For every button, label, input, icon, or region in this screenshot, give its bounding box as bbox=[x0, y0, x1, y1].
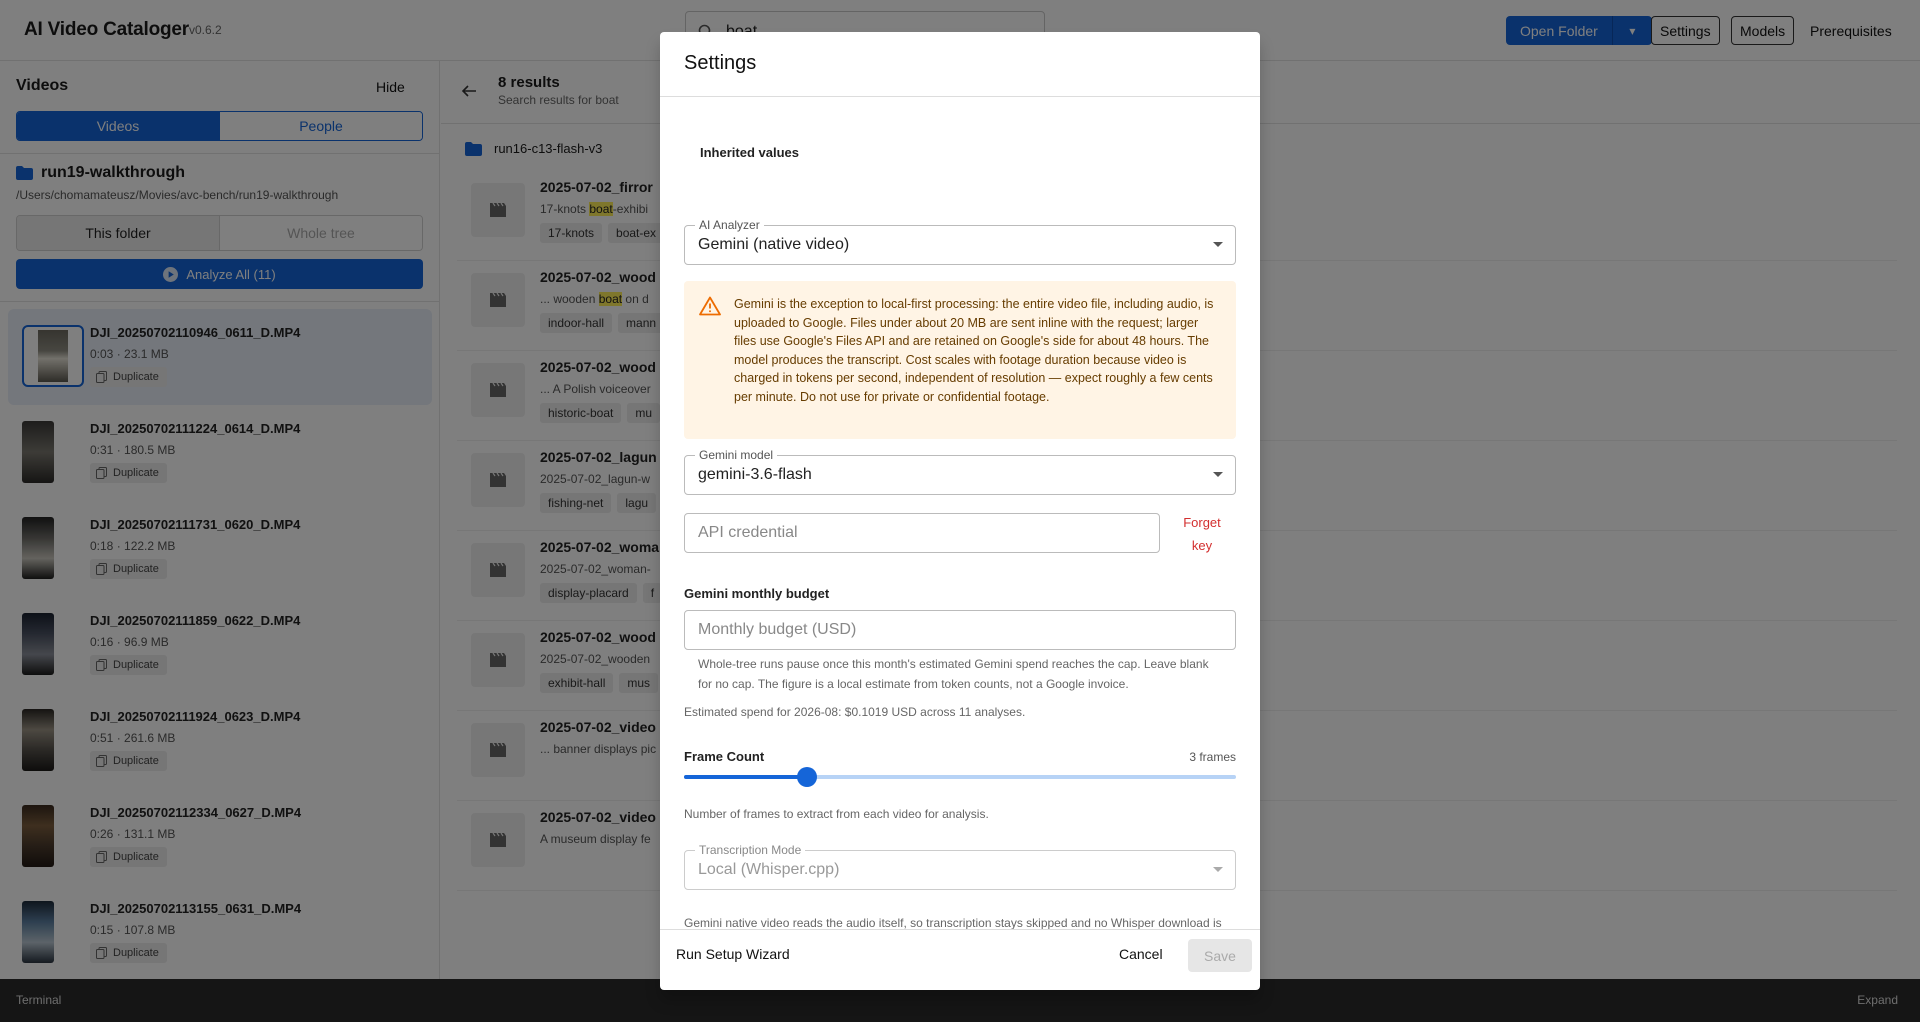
slider-track bbox=[684, 775, 807, 779]
gemini-model-select[interactable]: Gemini model gemini-3.6-flash bbox=[684, 448, 1236, 495]
estimated-spend-text: Estimated spend for 2026-08: $0.1019 USD… bbox=[684, 705, 1026, 719]
forget-key-button[interactable]: Forget key bbox=[1172, 511, 1232, 557]
gemini-warning-alert: Gemini is the exception to local-first p… bbox=[684, 281, 1236, 439]
field-value: Local (Whisper.cpp) bbox=[698, 861, 840, 878]
dialog-title: Settings bbox=[684, 52, 757, 74]
budget-title: Gemini monthly budget bbox=[684, 586, 830, 601]
field-label: Gemini model bbox=[695, 448, 778, 462]
budget-help-text: Whole-tree runs pause once this month's … bbox=[698, 657, 1209, 691]
field-label: AI Analyzer bbox=[695, 218, 764, 232]
frame-count-help: Number of frames to extract from each vi… bbox=[684, 807, 989, 821]
frame-count-slider[interactable] bbox=[684, 767, 1236, 787]
chevron-down-icon bbox=[1213, 867, 1223, 872]
save-button[interactable]: Save bbox=[1188, 939, 1252, 972]
slider-thumb[interactable] bbox=[796, 767, 817, 787]
transcription-mode-select[interactable]: Transcription Mode Local (Whisper.cpp) bbox=[684, 843, 1236, 890]
ai-analyzer-select[interactable]: AI Analyzer Gemini (native video) bbox=[684, 218, 1236, 265]
warning-text: Gemini is the exception to local-first p… bbox=[734, 297, 1214, 404]
chevron-down-icon bbox=[1213, 472, 1223, 477]
transcription-help: Gemini native video reads the audio itse… bbox=[684, 916, 1222, 929]
frame-count-value: 3 frames bbox=[1189, 750, 1236, 764]
inherited-values-label: Inherited values bbox=[700, 145, 799, 160]
run-setup-wizard-button[interactable]: Run Setup Wizard bbox=[676, 946, 790, 962]
field-label: Transcription Mode bbox=[695, 843, 806, 857]
field-value: Gemini (native video) bbox=[698, 236, 850, 253]
chevron-down-icon bbox=[1213, 242, 1223, 247]
api-credential-input[interactable] bbox=[684, 513, 1160, 553]
settings-dialog: Settings Inherited values AI Analyzer Ge… bbox=[660, 32, 1260, 990]
warning-icon bbox=[699, 296, 721, 316]
monthly-budget-input[interactable] bbox=[684, 610, 1236, 650]
dialog-body: Inherited values AI Analyzer Gemini (nat… bbox=[684, 97, 1236, 929]
field-value: gemini-3.6-flash bbox=[698, 466, 812, 483]
cancel-button[interactable]: Cancel bbox=[1119, 946, 1163, 962]
frame-count-title: Frame Count bbox=[684, 749, 765, 764]
divider bbox=[660, 929, 1260, 930]
